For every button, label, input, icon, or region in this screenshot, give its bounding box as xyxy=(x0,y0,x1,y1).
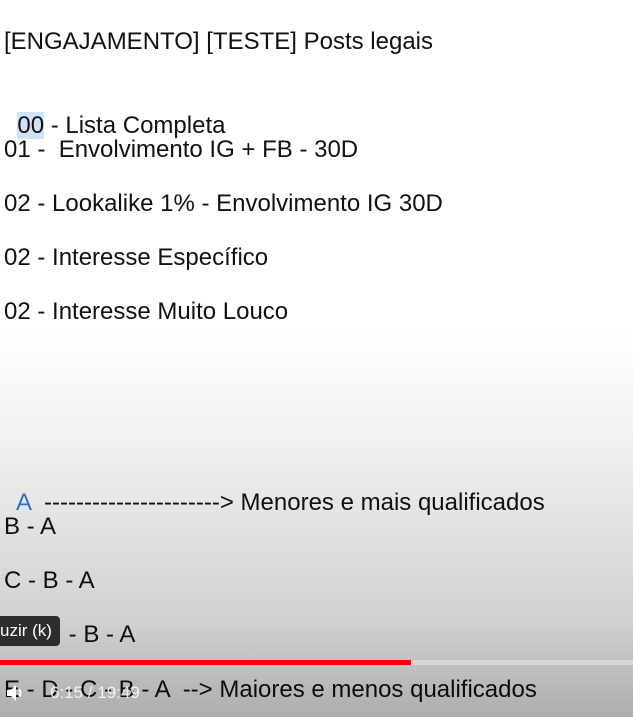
list-item: 01 - Envolvimento IG + FB - 30D xyxy=(4,136,359,163)
scale-row-d: - B - A xyxy=(62,621,136,648)
volume-icon[interactable] xyxy=(4,681,28,705)
list-item: 02 - Interesse Muito Louco xyxy=(4,298,289,325)
scale-row-b: B - A xyxy=(4,513,57,540)
list-item: 02 - Lookalike 1% - Envolvimento IG 30D xyxy=(4,190,443,217)
scale-row-c: C - B - A xyxy=(4,567,95,594)
list-item: 00 - Lista Completa xyxy=(4,81,225,141)
time-display: 6:15 / 19:49 xyxy=(50,683,140,702)
shortcut-tooltip: uzir (k) xyxy=(0,616,60,646)
scale-arrow-text: ----------------------> Menores e mais q… xyxy=(30,489,545,516)
progress-played xyxy=(0,660,412,665)
player-gradient-overlay xyxy=(0,330,633,717)
list-item: 02 - Interesse Específico xyxy=(4,244,269,271)
document-title: [ENGAJAMENTO] [TESTE] Posts legais xyxy=(4,28,433,55)
progress-bar[interactable] xyxy=(0,660,633,665)
player-controls: 6:15 / 19:49 xyxy=(0,668,633,717)
scale-row-a: A ----------------------> Menores e mais… xyxy=(4,458,545,518)
